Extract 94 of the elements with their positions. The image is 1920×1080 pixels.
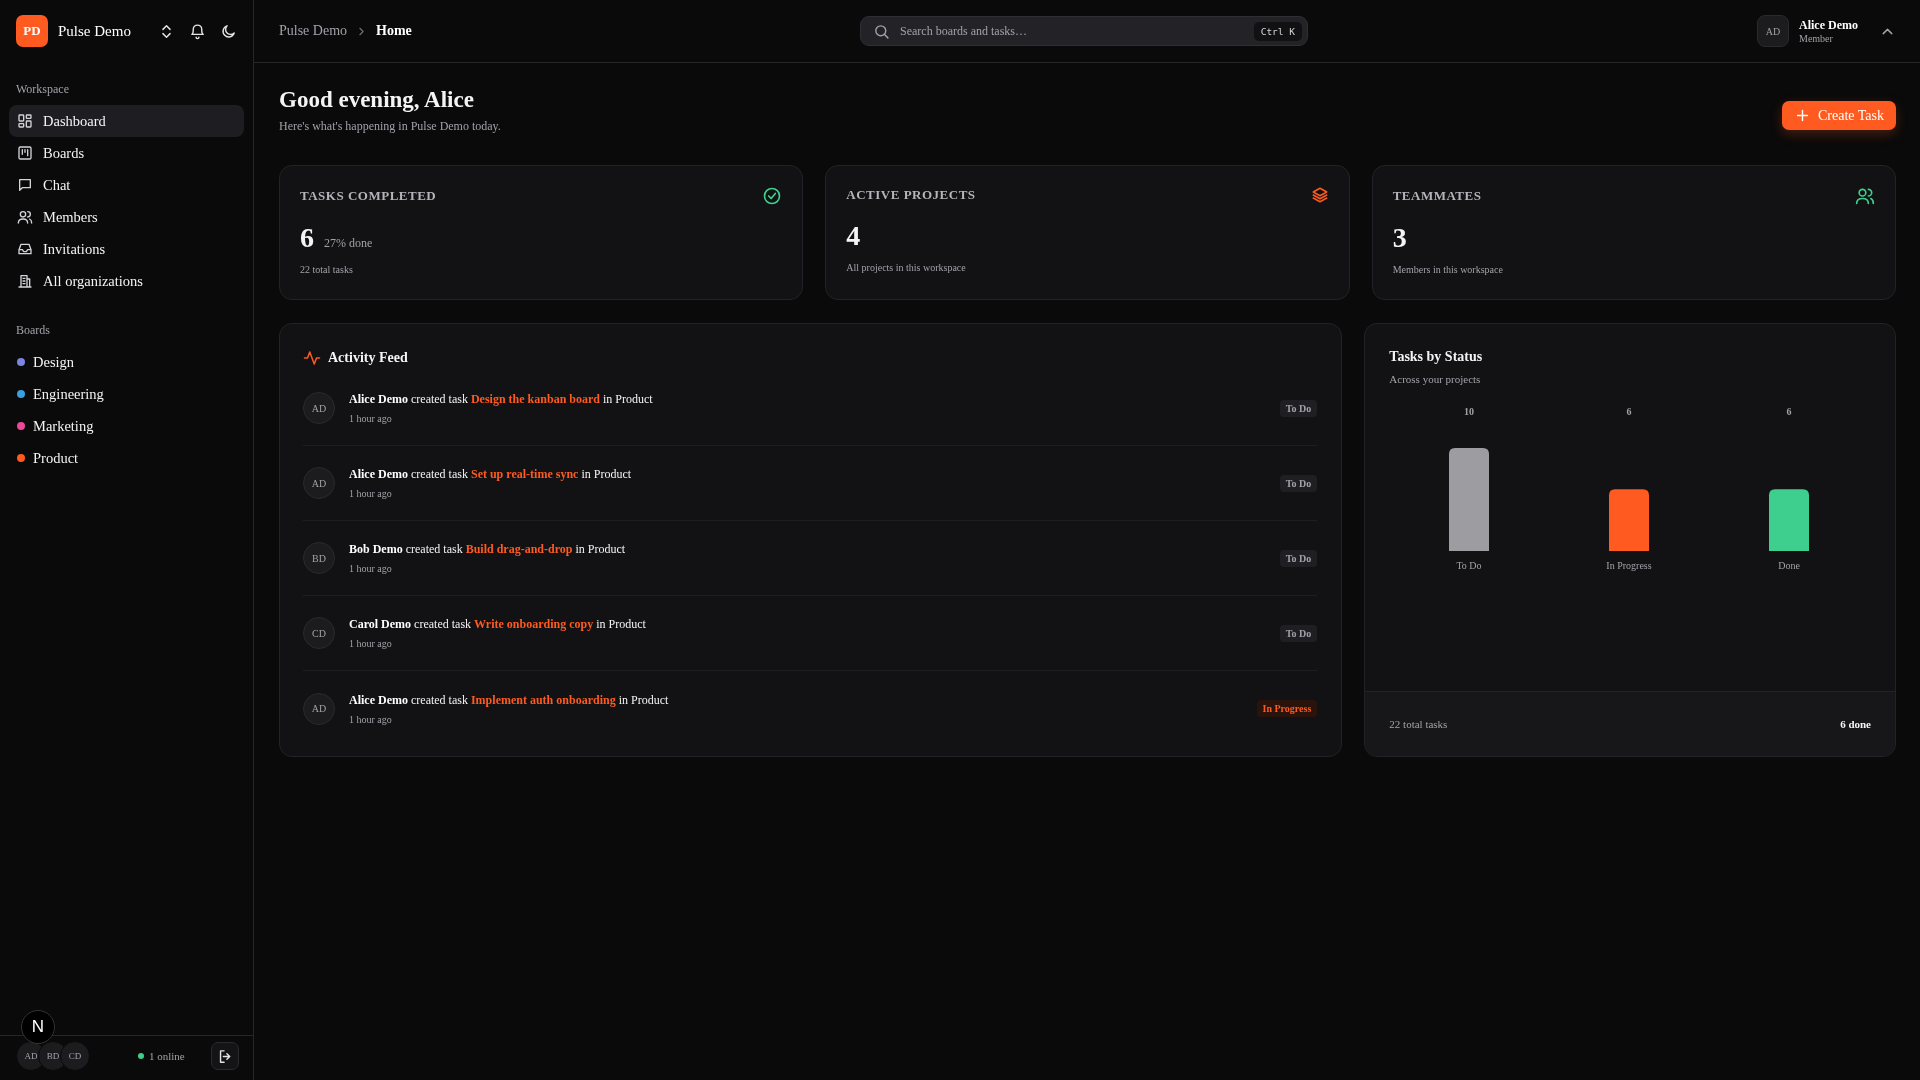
search-icon (873, 22, 890, 40)
layers-icon (1310, 186, 1329, 204)
status-badge: To Do (1279, 474, 1318, 492)
nav-item[interactable]: All organizations (9, 265, 244, 297)
logout-button[interactable] (211, 1042, 239, 1070)
total-tasks: 22 total tasks (1389, 718, 1448, 730)
board-item[interactable]: Engineering (9, 378, 244, 410)
task-link[interactable]: Build drag-and-drop (465, 542, 573, 556)
stat-title: ACTIVE PROJECTS (846, 187, 976, 203)
bar (1769, 489, 1810, 551)
activity-time: 1 hour ago (349, 488, 393, 499)
dev-badge[interactable]: N (21, 1010, 55, 1044)
inbox-icon (17, 241, 33, 257)
board-label: Product (33, 449, 79, 467)
activity-text: Bob Demo created task Build drag-and-drop in Product (349, 542, 627, 557)
nav-item[interactable]: Chat (9, 169, 244, 201)
status-badge: To Do (1279, 399, 1318, 417)
activity-icon (303, 349, 321, 367)
moon-icon[interactable] (220, 22, 237, 40)
stat-title: TEAMMATES (1392, 188, 1482, 204)
bar (1609, 489, 1650, 551)
building-icon (17, 273, 33, 289)
stat-note: 22 total tasks (300, 264, 354, 275)
dashboard-icon (17, 113, 33, 129)
board-label: Engineering (33, 385, 104, 403)
activity-time: 1 hour ago (349, 413, 393, 424)
activity-text: Alice Demo created task Implement auth onboarding in Product (349, 692, 670, 708)
status-badge: To Do (1279, 624, 1318, 642)
card-title: Activity Feed (328, 350, 408, 366)
breadcrumb-item: Home (376, 23, 412, 39)
user-avatar: CD (303, 617, 335, 649)
stat-note: All projects in this workspace (846, 262, 967, 273)
users-icon (1855, 186, 1875, 206)
users-icon (17, 209, 33, 225)
task-link[interactable]: Implement auth onboarding (470, 692, 616, 707)
activity-text: Alice Demo created task Design the kanban board in Product (349, 392, 654, 407)
nav-item[interactable]: Dashboard (9, 105, 244, 137)
bell-icon[interactable] (189, 22, 206, 40)
stat-extra: 27% done (324, 236, 373, 251)
chat-icon (17, 177, 33, 193)
category-label: In Progress (1606, 560, 1652, 571)
board-label: Marketing (33, 417, 94, 435)
user-role: Member (1799, 33, 1834, 44)
activity-time: 1 hour ago (349, 713, 393, 725)
org-name[interactable]: Pulse Demo (58, 22, 144, 40)
nav-item[interactable]: Members (9, 201, 244, 233)
page-title: Good evening, Alice (279, 87, 475, 113)
task-link[interactable]: Write onboarding copy (474, 617, 594, 631)
user-avatar: AD (303, 392, 335, 424)
board-item[interactable]: Marketing (9, 410, 244, 442)
page-subtitle: Here's what's happening in Pulse Demo today. (279, 119, 501, 134)
activity-time: 1 hour ago (349, 563, 393, 574)
card-subtitle: Across your projects (1389, 373, 1482, 385)
member-avatar: CD (60, 1041, 90, 1071)
done-count: 6 done (1840, 718, 1871, 730)
online-count: 1 online (149, 1050, 186, 1062)
activity-text: Alice Demo created task Set up real-time sync in Product (349, 467, 633, 482)
value-label: 10 (1464, 406, 1475, 417)
breadcrumb-item[interactable]: Pulse Demo (279, 23, 348, 39)
task-link[interactable]: Set up real-time sync (470, 467, 579, 481)
user-avatar: AD (303, 692, 335, 725)
activity-text: Carol Demo created task Write onboarding copy in Product (349, 617, 647, 632)
nav-item[interactable]: Invitations (9, 233, 244, 265)
section-title: Workspace (16, 82, 70, 97)
user-name: Alice Demo (1799, 18, 1859, 33)
status-badge: To Do (1279, 549, 1318, 567)
nav-item[interactable]: Boards (9, 137, 244, 169)
user-avatar: BD (303, 542, 335, 574)
shortcut-hint: Ctrl K (1253, 21, 1302, 41)
user-avatar[interactable]: AD (1757, 15, 1789, 47)
stat-value: 6 (300, 222, 314, 254)
stat-title: TASKS COMPLETED (300, 188, 437, 204)
stat-note: Members in this workspace (1392, 264, 1504, 275)
category-label: To Do (1456, 560, 1482, 571)
board-icon (17, 145, 33, 161)
online-dot (138, 1053, 144, 1059)
value-label: 6 (1786, 406, 1792, 417)
value-label: 6 (1626, 406, 1632, 417)
activity-time: 1 hour ago (349, 638, 393, 649)
board-label: Design (33, 353, 75, 371)
stat-value: 4 (846, 220, 861, 252)
user-avatar: AD (303, 467, 335, 499)
task-link[interactable]: Design the kanban board (470, 392, 600, 406)
stat-value: 3 (1392, 222, 1407, 254)
search-field[interactable]: Search boards and tasks… (898, 22, 1246, 40)
card-title: Tasks by Status (1389, 349, 1484, 365)
board-item[interactable]: Product (9, 442, 244, 474)
status-badge: In Progress (1256, 700, 1318, 717)
plus-icon (1794, 107, 1811, 124)
category-label: Done (1778, 560, 1801, 571)
search-bar[interactable]: Search boards and tasks… Ctrl K (860, 16, 1308, 46)
board-item[interactable]: Design (9, 346, 244, 378)
section-title: Boards (16, 323, 51, 338)
check-circle-icon (762, 186, 783, 206)
